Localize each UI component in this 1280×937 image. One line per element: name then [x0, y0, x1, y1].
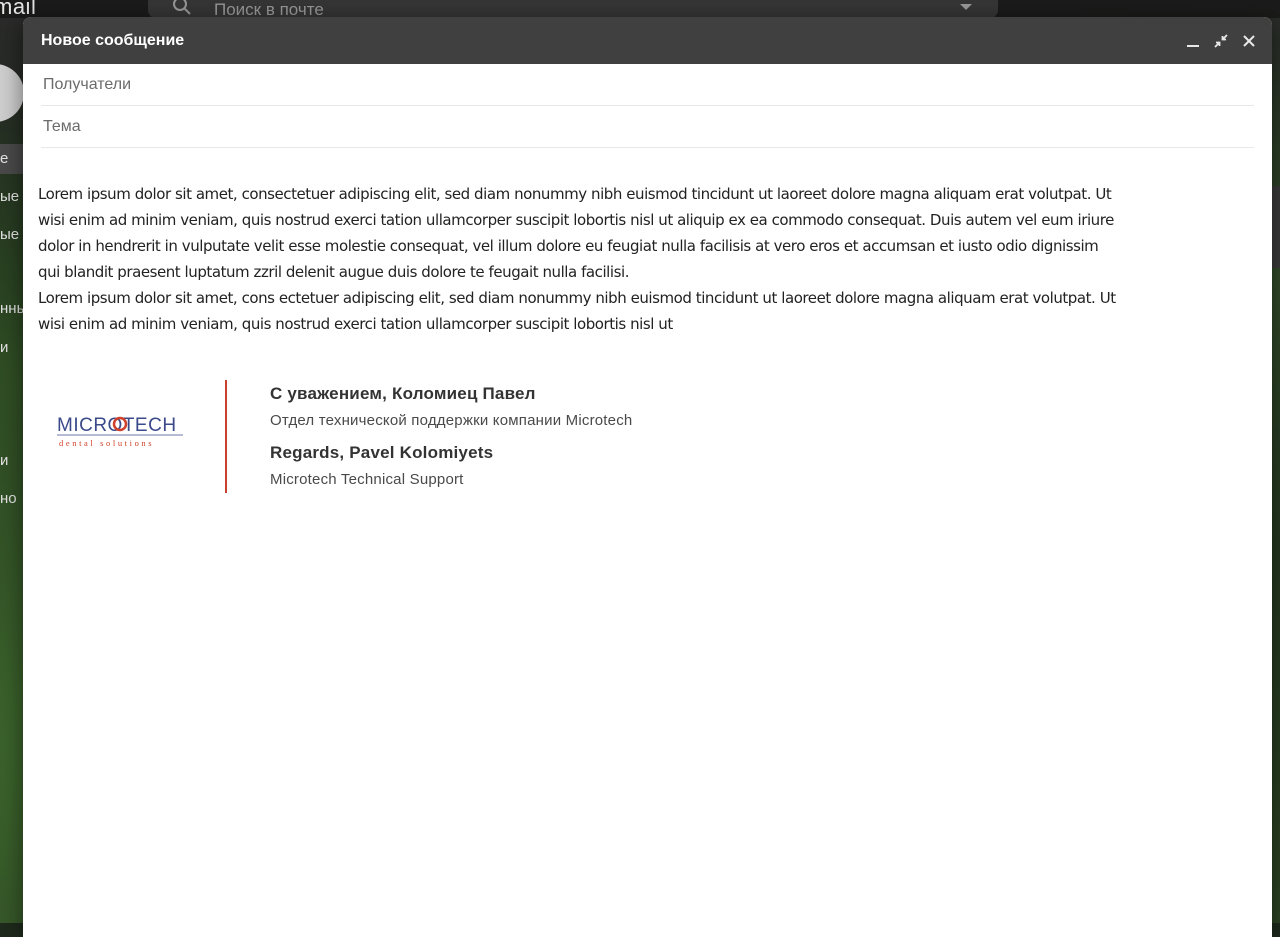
compose-fab[interactable] — [0, 64, 24, 122]
logo-tagline: dental solutions — [59, 438, 154, 448]
signature-name-en: Regards, Pavel Kolomiyets — [270, 443, 494, 462]
message-body[interactable]: Lorem ipsum dolor sit amet, consectetuer… — [38, 181, 1118, 337]
sidebar-item-fragment[interactable]: е — [0, 150, 8, 167]
signature-name-ru: С уважением, Коломиец Павел — [270, 384, 536, 403]
exit-fullscreen-icon[interactable] — [1212, 32, 1230, 50]
search-icon[interactable] — [172, 0, 192, 16]
compose-header[interactable]: Новое сообщение — [23, 17, 1272, 64]
signature-divider — [225, 380, 227, 493]
signature-text: С уважением, Коломиец Павел Отдел технич… — [270, 380, 632, 488]
body-paragraph: Lorem ipsum dolor sit amet, consectetuer… — [38, 185, 1114, 281]
sidebar-item-fragment[interactable]: и — [0, 452, 8, 469]
sidebar-item-fragment[interactable]: но — [0, 490, 17, 507]
recipients-row — [41, 64, 1254, 106]
body-paragraph: Lorem ipsum dolor sit amet, cons ectetue… — [38, 289, 1116, 333]
signature-dept-en: Microtech Technical Support — [270, 471, 464, 488]
sidebar-item-fragment[interactable]: ые — [0, 188, 19, 205]
sidebar-item-fragment[interactable]: и — [0, 339, 8, 356]
compose-header-actions — [1184, 17, 1258, 64]
search-bar[interactable]: Поиск в почте — [148, 0, 998, 19]
minimize-icon[interactable] — [1184, 32, 1202, 50]
recipients-field[interactable] — [41, 74, 1254, 95]
close-icon[interactable] — [1240, 32, 1258, 50]
subject-row — [41, 106, 1254, 148]
subject-field[interactable] — [41, 116, 1254, 137]
compose-title: Новое сообщение — [41, 31, 185, 49]
compose-window: Новое сообщение Lorem ipsum dolor si — [23, 17, 1272, 937]
sidebar-item-fragment[interactable]: ые — [0, 226, 19, 243]
signature-dept-ru: Отдел технической поддержки компании Mic… — [270, 412, 633, 429]
search-options-icon[interactable] — [960, 4, 972, 10]
microtech-logo: MICROTECH dental solutions — [57, 415, 183, 448]
email-signature: MICROTECH dental solutions С уважением, … — [53, 380, 753, 495]
